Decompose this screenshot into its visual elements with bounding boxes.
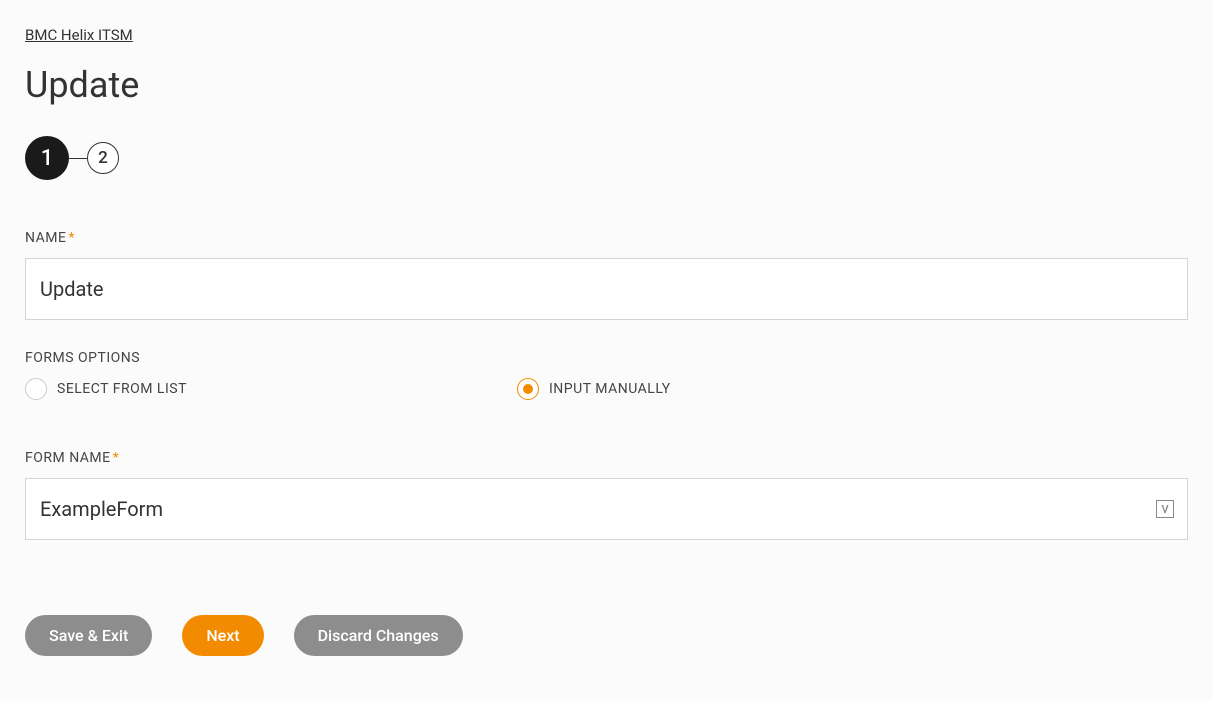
name-field-group: NAME* xyxy=(25,230,1188,320)
forms-options-group: FORMS OPTIONS SELECT FROM LIST INPUT MAN… xyxy=(25,350,1188,400)
variable-icon[interactable]: V xyxy=(1156,500,1174,518)
radio-button-selected[interactable] xyxy=(517,378,539,400)
radio-dot xyxy=(523,384,533,394)
step-2[interactable]: 2 xyxy=(87,142,119,174)
breadcrumb-link[interactable]: BMC Helix ITSM xyxy=(25,26,133,44)
form-name-label-text: FORM NAME xyxy=(25,450,111,466)
form-name-input-wrapper: V xyxy=(25,478,1188,540)
step-1[interactable]: 1 xyxy=(25,136,69,180)
forms-options-label: FORMS OPTIONS xyxy=(25,350,1188,366)
form-name-label: FORM NAME* xyxy=(25,450,1188,466)
name-label: NAME* xyxy=(25,230,1188,246)
name-input[interactable] xyxy=(25,258,1188,320)
radio-button-unselected[interactable] xyxy=(25,378,47,400)
required-marker: * xyxy=(113,450,120,466)
radio-input-manually[interactable]: INPUT MANUALLY xyxy=(517,378,1009,400)
next-button[interactable]: Next xyxy=(182,615,263,656)
radio-select-from-list[interactable]: SELECT FROM LIST xyxy=(25,378,517,400)
step-connector xyxy=(69,158,87,159)
page-title: Update xyxy=(25,64,1188,106)
required-marker: * xyxy=(68,230,75,246)
form-name-input[interactable] xyxy=(25,478,1188,540)
discard-changes-button[interactable]: Discard Changes xyxy=(294,615,463,656)
stepper: 1 2 xyxy=(25,136,1188,180)
button-row: Save & Exit Next Discard Changes xyxy=(25,615,1188,656)
form-name-field-group: FORM NAME* V xyxy=(25,450,1188,540)
save-exit-button[interactable]: Save & Exit xyxy=(25,615,152,656)
name-label-text: NAME xyxy=(25,230,66,246)
radio-label-select-from-list: SELECT FROM LIST xyxy=(57,381,187,397)
radio-row: SELECT FROM LIST INPUT MANUALLY xyxy=(25,378,1188,400)
radio-label-input-manually: INPUT MANUALLY xyxy=(549,381,671,397)
